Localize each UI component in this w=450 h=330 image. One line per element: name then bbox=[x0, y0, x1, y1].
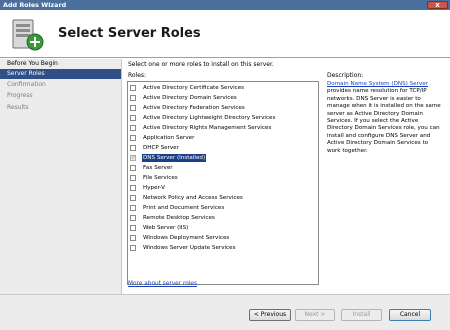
next-button: Next > bbox=[295, 309, 335, 321]
roles-label: Roles: bbox=[128, 72, 147, 79]
role-label: Print and Document Services bbox=[143, 205, 225, 211]
previous-button[interactable]: < Previous bbox=[249, 309, 291, 321]
roles-list[interactable]: Active Directory Certificate Services Ac… bbox=[127, 81, 319, 285]
role-checkbox[interactable] bbox=[130, 175, 136, 181]
cancel-button[interactable]: Cancel bbox=[389, 309, 431, 321]
wizard-header: Select Server Roles bbox=[0, 10, 450, 58]
role-checkbox[interactable] bbox=[130, 95, 136, 101]
role-checkbox[interactable] bbox=[130, 205, 136, 211]
role-checkbox[interactable] bbox=[130, 225, 136, 231]
role-label: Web Server (IIS) bbox=[143, 225, 189, 231]
role-label: DHCP Server bbox=[143, 145, 179, 151]
window-title: Add Roles Wizard bbox=[3, 1, 67, 9]
role-label: Windows Deployment Services bbox=[143, 235, 230, 241]
role-checkbox[interactable] bbox=[130, 195, 136, 201]
close-icon: x bbox=[435, 1, 440, 9]
window-titlebar: Add Roles Wizard x bbox=[0, 0, 450, 10]
role-label: Windows Server Update Services bbox=[143, 245, 236, 251]
dns-server-link[interactable]: Domain Name System (DNS) Server bbox=[327, 81, 428, 87]
role-checkbox[interactable] bbox=[130, 245, 136, 251]
role-checkbox[interactable] bbox=[130, 215, 136, 221]
role-checkbox[interactable] bbox=[130, 185, 136, 191]
role-label: Network Policy and Access Services bbox=[143, 195, 243, 201]
role-label: Hyper-V bbox=[143, 185, 165, 191]
role-label: File Services bbox=[143, 175, 178, 181]
role-checkbox-checked bbox=[130, 154, 136, 162]
server-roles-icon bbox=[12, 19, 44, 51]
role-checkbox[interactable] bbox=[130, 145, 136, 151]
role-label: Active Directory Certificate Services bbox=[143, 85, 245, 91]
role-label: DNS Server (Installed) bbox=[142, 154, 207, 162]
sidebar-item-results: Results bbox=[7, 104, 29, 111]
role-checkbox[interactable] bbox=[130, 85, 136, 91]
role-label: Fax Server bbox=[143, 165, 173, 171]
role-label: Application Server bbox=[143, 135, 195, 141]
sidebar-item-confirmation: Confirmation bbox=[7, 81, 46, 88]
role-checkbox[interactable] bbox=[130, 135, 136, 141]
role-label: Remote Desktop Services bbox=[143, 215, 215, 221]
role-label: Active Directory Lightweight Directory S… bbox=[143, 115, 276, 121]
sidebar-item-before-you-begin[interactable]: Before You Begin bbox=[0, 59, 121, 69]
role-description: Domain Name System (DNS) Server provides… bbox=[327, 81, 443, 155]
role-label: Active Directory Rights Management Servi… bbox=[143, 125, 272, 131]
install-button: Install bbox=[341, 309, 382, 321]
more-about-roles-link[interactable]: More about server roles bbox=[128, 281, 197, 287]
wizard-footer: < Previous Next > Install Cancel bbox=[0, 294, 450, 330]
role-checkbox[interactable] bbox=[130, 105, 136, 111]
description-body: provides name resolution for TCP/IP netw… bbox=[327, 88, 441, 154]
role-checkbox[interactable] bbox=[130, 235, 136, 241]
wizard-steps-sidebar: Before You Begin Server Roles Confirmati… bbox=[0, 59, 122, 294]
role-label: Active Directory Federation Services bbox=[143, 105, 245, 111]
main-content: Select one or more roles to install on t… bbox=[123, 59, 450, 294]
sidebar-item-server-roles[interactable]: Server Roles bbox=[0, 69, 121, 79]
sidebar-item-progress: Progress bbox=[7, 92, 33, 99]
close-button[interactable]: x bbox=[427, 1, 448, 9]
page-title: Select Server Roles bbox=[58, 26, 201, 41]
role-label: Active Directory Domain Services bbox=[143, 95, 237, 101]
instruction-text: Select one or more roles to install on t… bbox=[128, 61, 274, 68]
role-checkbox[interactable] bbox=[130, 125, 136, 131]
role-checkbox[interactable] bbox=[130, 115, 136, 121]
role-checkbox[interactable] bbox=[130, 165, 136, 171]
description-label: Description: bbox=[327, 72, 364, 79]
